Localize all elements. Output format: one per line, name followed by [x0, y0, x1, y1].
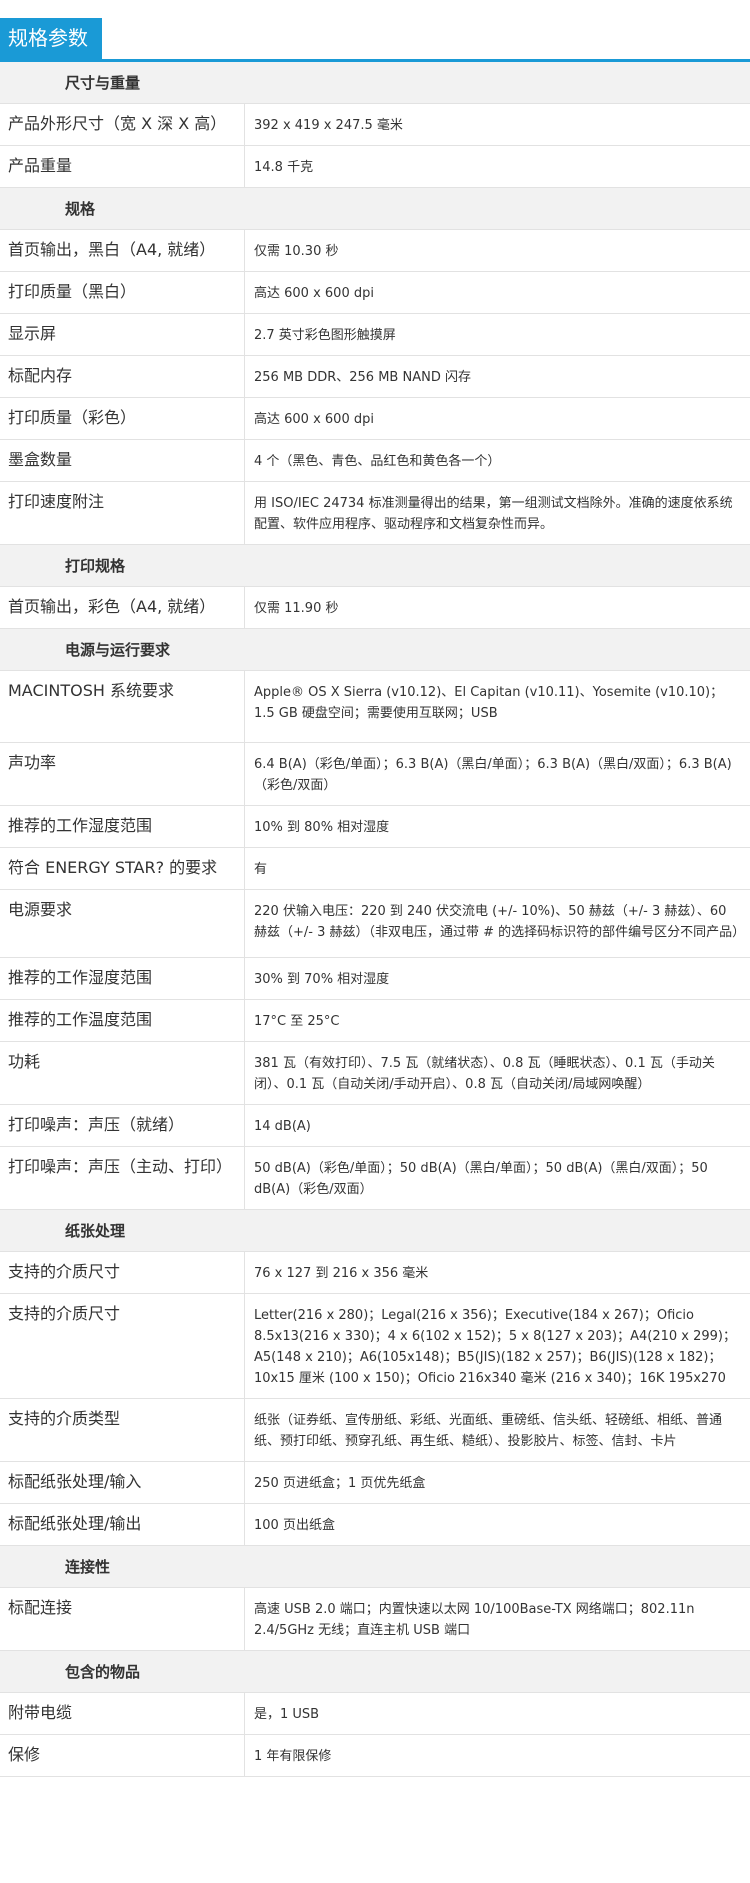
- spec-value: Apple® OS X Sierra (v10.12)、El Capitan (…: [254, 685, 724, 721]
- spec-row: 支持的介质尺寸 76 x 127 到 216 x 356 毫米: [0, 1252, 750, 1294]
- spec-value: 14 dB(A): [254, 1119, 311, 1134]
- spec-label: 符合 ENERGY STAR? 的要求: [0, 848, 245, 889]
- spec-value: 17°C 至 25°C: [254, 1014, 340, 1029]
- spec-row: 显示屏 2.7 英寸彩色图形触摸屏: [0, 314, 750, 356]
- spec-row: 产品重量 14.8 千克: [0, 146, 750, 188]
- spec-label: 推荐的工作湿度范围: [0, 806, 245, 847]
- spec-row: 支持的介质类型 纸张（证券纸、宣传册纸、彩纸、光面纸、重磅纸、信头纸、轻磅纸、相纸…: [0, 1399, 750, 1462]
- spec-value: 高达 600 x 600 dpi: [254, 412, 374, 427]
- spec-label: 支持的介质尺寸: [0, 1294, 245, 1398]
- spec-value: 高达 600 x 600 dpi: [254, 286, 374, 301]
- spec-row: 支持的介质尺寸 Letter(216 x 280)；Legal(216 x 356…: [0, 1294, 750, 1399]
- spec-label: 标配连接: [0, 1588, 245, 1650]
- spec-value: 10% 到 80% 相对湿度: [254, 820, 390, 835]
- section-header: 纸张处理: [0, 1210, 750, 1252]
- spec-value: 50 dB(A)（彩色/单面）；50 dB(A)（黑白/单面）；50 dB(A)…: [254, 1161, 708, 1197]
- spec-label: 显示屏: [0, 314, 245, 355]
- spec-value: Letter(216 x 280)；Legal(216 x 356)；Execu…: [254, 1308, 736, 1386]
- spec-label: 产品外形尺寸（宽 X 深 X 高）: [0, 104, 245, 145]
- spec-row: 标配纸张处理/输出 100 页出纸盒: [0, 1504, 750, 1546]
- spec-label: 打印噪声：声压（主动、打印）: [0, 1147, 245, 1209]
- spec-row: 产品外形尺寸（宽 X 深 X 高） 392 x 419 x 247.5 毫米: [0, 104, 750, 146]
- spec-label: 功耗: [0, 1042, 245, 1104]
- spec-value: 有: [254, 862, 268, 877]
- spec-label: 首页输出，黑白（A4, 就绪）: [0, 230, 245, 271]
- spec-value: 1 年有限保修: [254, 1749, 332, 1764]
- spec-label: 支持的介质尺寸: [0, 1252, 245, 1293]
- spec-label: 打印速度附注: [0, 482, 245, 544]
- spec-row: 墨盒数量 4 个（黑色、青色、品红色和黄色各一个）: [0, 440, 750, 482]
- spec-value: 仅需 11.90 秒: [254, 601, 339, 616]
- spec-row: 打印质量（彩色） 高达 600 x 600 dpi: [0, 398, 750, 440]
- spec-value: 30% 到 70% 相对湿度: [254, 972, 390, 987]
- spec-label: 打印质量（彩色）: [0, 398, 245, 439]
- section-header: 规格: [0, 188, 750, 230]
- spec-value: 高速 USB 2.0 端口；内置快速以太网 10/100Base-TX 网络端口…: [254, 1602, 695, 1638]
- spec-value: 220 伏输入电压：220 到 240 伏交流电 (+/- 10%)、50 赫兹…: [254, 904, 746, 940]
- spec-label: 支持的介质类型: [0, 1399, 245, 1461]
- spec-row: 推荐的工作湿度范围 30% 到 70% 相对湿度: [0, 958, 750, 1000]
- spec-value: 381 瓦（有效打印）、7.5 瓦（就绪状态）、0.8 瓦（睡眠状态）、0.1 …: [254, 1056, 715, 1092]
- spec-title-bar: 规格参数: [0, 18, 750, 62]
- spec-value: 仅需 10.30 秒: [254, 244, 339, 259]
- spec-label: 产品重量: [0, 146, 245, 187]
- spec-value: 14.8 千克: [254, 160, 314, 175]
- spec-label: 打印质量（黑白）: [0, 272, 245, 313]
- spec-label: 标配纸张处理/输入: [0, 1462, 245, 1503]
- spec-row: 打印速度附注用 ISO/IEC 24734 标准测量得出的结果，第一组测试文档除…: [0, 482, 750, 545]
- spec-row: 推荐的工作湿度范围 10% 到 80% 相对湿度: [0, 806, 750, 848]
- spec-value: 2.7 英寸彩色图形触摸屏: [254, 328, 396, 343]
- spec-row: 功耗 381 瓦（有效打印）、7.5 瓦（就绪状态）、0.8 瓦（睡眠状态）、0.…: [0, 1042, 750, 1105]
- spec-label: 保修: [0, 1735, 245, 1776]
- spec-label: 标配纸张处理/输出: [0, 1504, 245, 1545]
- spec-row: 首页输出，彩色（A4, 就绪） 仅需 11.90 秒: [0, 587, 750, 629]
- section-header: 打印规格: [0, 545, 750, 587]
- spec-page: 规格参数 尺寸与重量 产品外形尺寸（宽 X 深 X 高） 392 x 419 x 2…: [0, 18, 750, 1777]
- spec-value: 用 ISO/IEC 24734 标准测量得出的结果，第一组测试文档除外。准确的速…: [254, 496, 733, 532]
- spec-label: 推荐的工作温度范围: [0, 1000, 245, 1041]
- spec-row: 推荐的工作温度范围 17°C 至 25°C: [0, 1000, 750, 1042]
- spec-value: 250 页进纸盒；1 页优先纸盒: [254, 1476, 426, 1491]
- spec-row: 标配纸张处理/输入 250 页进纸盒；1 页优先纸盒: [0, 1462, 750, 1504]
- spec-row: 首页输出，黑白（A4, 就绪） 仅需 10.30 秒: [0, 230, 750, 272]
- spec-label: 电源要求: [0, 890, 245, 957]
- spec-value: 392 x 419 x 247.5 毫米: [254, 118, 403, 133]
- spec-label: 声功率: [0, 743, 245, 805]
- spec-label: MACINTOSH 系统要求: [0, 671, 245, 742]
- spec-value: 纸张（证券纸、宣传册纸、彩纸、光面纸、重磅纸、信头纸、轻磅纸、相纸、普通纸、预打…: [254, 1413, 723, 1449]
- spec-value: 100 页出纸盒: [254, 1518, 335, 1533]
- spec-label: 附带电缆: [0, 1693, 245, 1734]
- spec-row: 标配内存 256 MB DDR、256 MB NAND 闪存: [0, 356, 750, 398]
- spec-label: 推荐的工作湿度范围: [0, 958, 245, 999]
- spec-table: 尺寸与重量 产品外形尺寸（宽 X 深 X 高） 392 x 419 x 247.5 …: [0, 62, 750, 1777]
- spec-row: 打印噪声：声压（就绪） 14 dB(A): [0, 1105, 750, 1147]
- spec-row: 符合 ENERGY STAR? 的要求有: [0, 848, 750, 890]
- spec-label: 首页输出，彩色（A4, 就绪）: [0, 587, 245, 628]
- section-header: 电源与运行要求: [0, 629, 750, 671]
- spec-row: 打印噪声：声压（主动、打印） 50 dB(A)（彩色/单面）；50 dB(A)（黑…: [0, 1147, 750, 1210]
- spec-row: 附带电缆 是，1 USB: [0, 1693, 750, 1735]
- spec-value: 76 x 127 到 216 x 356 毫米: [254, 1266, 429, 1281]
- spec-row: 声功率 6.4 B(A)（彩色/单面）；6.3 B(A)（黑白/单面）；6.3 B…: [0, 743, 750, 806]
- spec-value: 4 个（黑色、青色、品红色和黄色各一个）: [254, 454, 501, 469]
- spec-value: 256 MB DDR、256 MB NAND 闪存: [254, 370, 471, 385]
- section-header: 尺寸与重量: [0, 62, 750, 104]
- spec-row: MACINTOSH 系统要求 Apple® OS X Sierra (v10.12…: [0, 671, 750, 743]
- spec-label: 标配内存: [0, 356, 245, 397]
- spec-row: 电源要求 220 伏输入电压：220 到 240 伏交流电 (+/- 10%)、5…: [0, 890, 750, 958]
- spec-label: 墨盒数量: [0, 440, 245, 481]
- spec-label: 打印噪声：声压（就绪）: [0, 1105, 245, 1146]
- spec-title: 规格参数: [0, 18, 102, 59]
- spec-row: 保修 1 年有限保修: [0, 1735, 750, 1777]
- spec-row: 打印质量（黑白） 高达 600 x 600 dpi: [0, 272, 750, 314]
- section-header: 连接性: [0, 1546, 750, 1588]
- spec-value: 6.4 B(A)（彩色/单面）；6.3 B(A)（黑白/单面）；6.3 B(A)…: [254, 757, 732, 793]
- spec-row: 标配连接 高速 USB 2.0 端口；内置快速以太网 10/100Base-TX …: [0, 1588, 750, 1651]
- spec-value: 是，1 USB: [254, 1707, 320, 1722]
- section-header: 包含的物品: [0, 1651, 750, 1693]
